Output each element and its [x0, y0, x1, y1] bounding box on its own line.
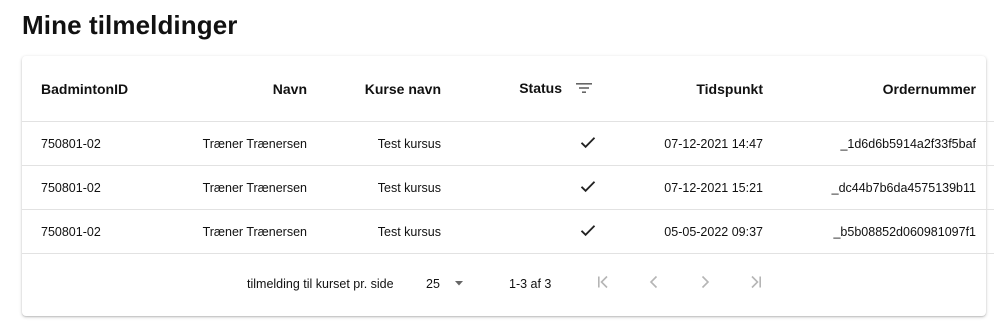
table-row: 750801-02 Træner Trænersen Test kursus 0… — [22, 122, 994, 166]
column-header-badminton-id[interactable]: BadmintonID — [22, 56, 178, 122]
cell-status — [441, 166, 618, 210]
next-page-icon — [697, 274, 713, 293]
cell-badminton-id: 750801-02 — [41, 180, 101, 195]
cell-status — [441, 210, 618, 254]
cell-name: Træner Trænersen — [202, 180, 307, 195]
last-page-icon — [748, 274, 764, 293]
column-header-order[interactable]: Ordernummer — [763, 56, 994, 122]
cell-time: 07-12-2021 15:21 — [664, 180, 763, 195]
cell-time: 07-12-2021 14:47 — [664, 136, 763, 151]
registrations-table-card: BadmintonID Navn Kurse navn Status Tidsp… — [22, 56, 994, 316]
pagination-range: 1-3 af 3 — [509, 277, 552, 291]
cell-course: Test kursus — [377, 136, 441, 151]
cell-badminton-id: 750801-02 — [41, 224, 101, 239]
cell-order: _dc44b7b6da4575139b11 — [831, 180, 976, 195]
table-header-row: BadmintonID Navn Kurse navn Status Tidsp… — [22, 56, 994, 122]
column-header-name[interactable]: Navn — [178, 56, 307, 122]
cell-badminton-id: 750801-02 — [41, 136, 101, 151]
page-title: Mine tilmeldinger — [22, 10, 238, 40]
first-page-icon — [595, 274, 611, 293]
check-icon — [580, 180, 596, 196]
cell-status — [441, 122, 618, 166]
caret-down-icon — [453, 277, 465, 292]
cell-name: Træner Trænersen — [202, 224, 307, 239]
check-icon — [580, 224, 596, 240]
cell-order: _b5b08852d060981097f1 — [833, 224, 976, 239]
cell-course: Test kursus — [377, 224, 441, 239]
column-header-time[interactable]: Tidspunkt — [618, 56, 763, 122]
rows-per-page-select[interactable]: 25 — [426, 273, 470, 295]
filter-icon[interactable] — [576, 81, 592, 97]
previous-page-button[interactable] — [638, 267, 670, 299]
rows-per-page-value: 25 — [426, 277, 440, 291]
column-header-status[interactable]: Status — [441, 56, 618, 122]
first-page-button[interactable] — [587, 267, 619, 299]
table-row: 750801-02 Træner Trænersen Test kursus 0… — [22, 166, 994, 210]
table-row: 750801-02 Træner Trænersen Test kursus 0… — [22, 210, 994, 254]
cell-order: _1d6d6b5914a2f33f5baf — [840, 136, 976, 151]
pagination-bar: tilmelding til kurset pr. side 25 1-3 af… — [22, 253, 986, 315]
previous-page-icon — [646, 274, 662, 293]
registrations-table: BadmintonID Navn Kurse navn Status Tidsp… — [22, 56, 994, 254]
rows-per-page-label: tilmelding til kurset pr. side — [247, 277, 394, 291]
next-page-button[interactable] — [689, 267, 721, 299]
check-icon — [580, 136, 596, 152]
cell-course: Test kursus — [377, 180, 441, 195]
column-header-status-label: Status — [519, 79, 562, 96]
column-header-course[interactable]: Kurse navn — [307, 56, 441, 122]
last-page-button[interactable] — [740, 267, 772, 299]
cell-name: Træner Trænersen — [202, 136, 307, 151]
cell-time: 05-05-2022 09:37 — [664, 224, 763, 239]
